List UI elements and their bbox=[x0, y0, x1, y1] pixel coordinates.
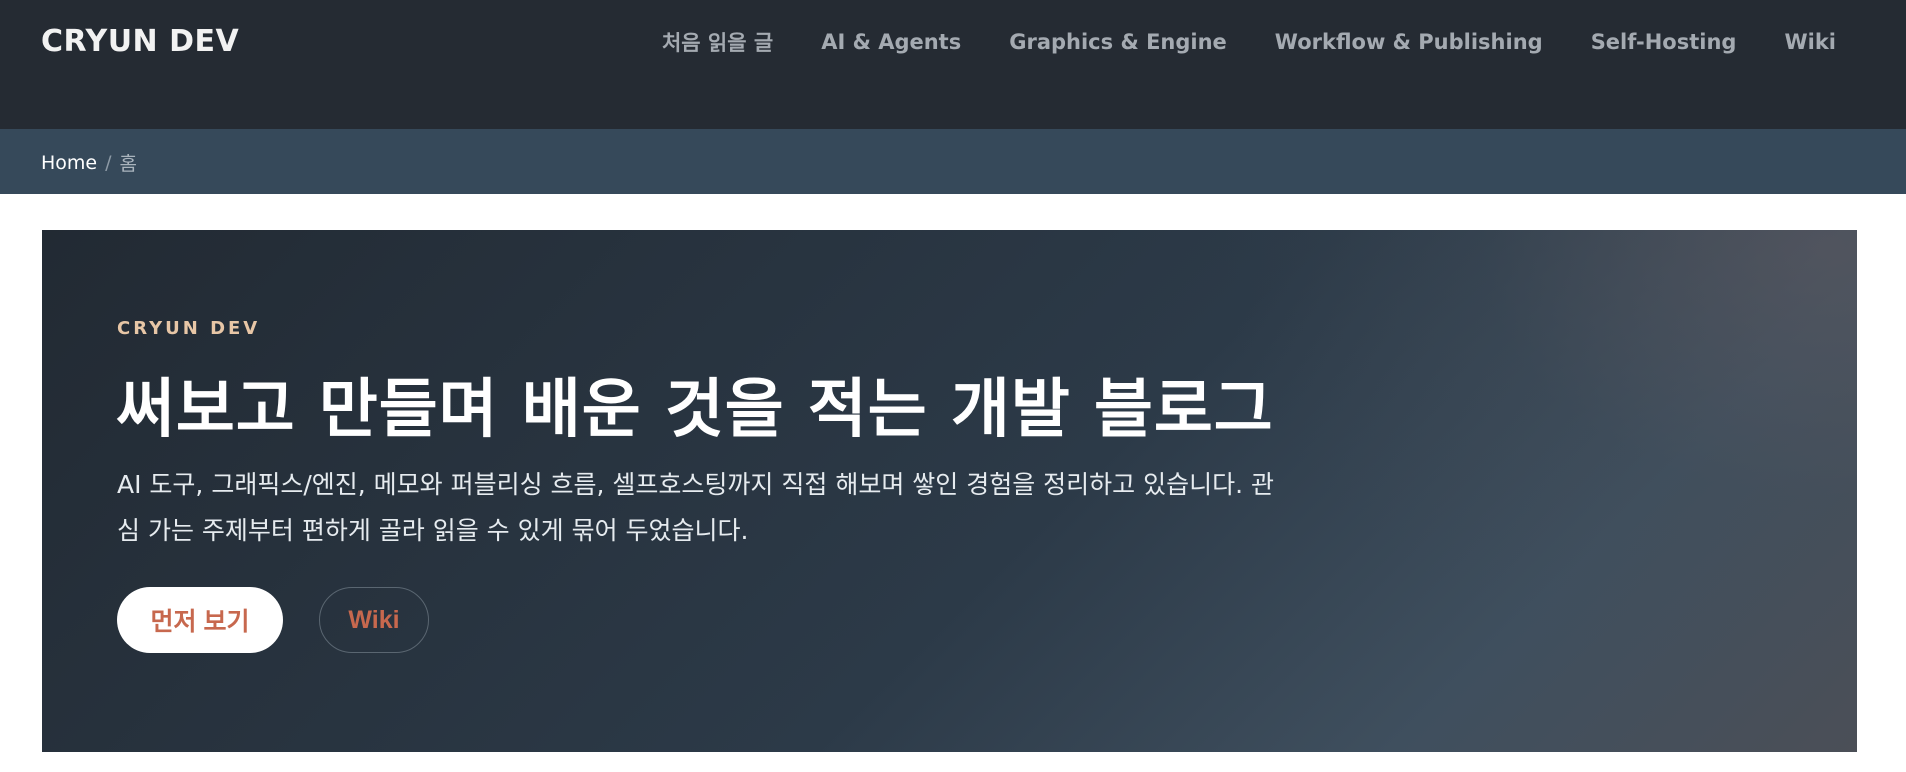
nav-item-self-hosting[interactable]: Self-Hosting bbox=[1591, 30, 1737, 54]
breadcrumb-current: 홈 bbox=[119, 153, 137, 175]
breadcrumb-bar: Home / 홈 bbox=[0, 129, 1906, 194]
nav-item-workflow-publishing[interactable]: Workflow & Publishing bbox=[1275, 30, 1543, 54]
hero-eyebrow: CRYUN DEV bbox=[117, 318, 261, 339]
nav-item-graphics-engine[interactable]: Graphics & Engine bbox=[1009, 30, 1227, 54]
site-brand-link[interactable]: CRYUN DEV bbox=[41, 24, 239, 59]
start-reading-button[interactable]: 먼저 보기 bbox=[117, 587, 283, 653]
breadcrumb-home-link[interactable]: Home bbox=[41, 152, 97, 174]
breadcrumb: Home / 홈 bbox=[41, 149, 137, 176]
hero-actions: 먼저 보기 Wiki bbox=[117, 587, 429, 653]
hero-title: 써보고 만들며 배운 것을 적는 개발 블로그 bbox=[116, 373, 1274, 447]
nav-item-wiki[interactable]: Wiki bbox=[1784, 30, 1836, 54]
hero-banner: CRYUN DEV 써보고 만들며 배운 것을 적는 개발 블로그 AI 도구,… bbox=[42, 230, 1857, 752]
site-header: CRYUN DEV 처음 읽을 글 AI & Agents Graphics &… bbox=[0, 0, 1906, 129]
hero-background-glow bbox=[1217, 230, 1857, 690]
main-nav: 처음 읽을 글 AI & Agents Graphics & Engine Wo… bbox=[662, 27, 1836, 57]
nav-item-first-read[interactable]: 처음 읽을 글 bbox=[662, 27, 773, 57]
breadcrumb-separator: / bbox=[105, 151, 112, 174]
nav-item-ai-agents[interactable]: AI & Agents bbox=[821, 30, 961, 54]
hero-description: AI 도구, 그래픽스/엔진, 메모와 퍼블리싱 흐름, 셀프호스팅까지 직접 … bbox=[117, 470, 1274, 545]
wiki-button[interactable]: Wiki bbox=[319, 587, 429, 653]
